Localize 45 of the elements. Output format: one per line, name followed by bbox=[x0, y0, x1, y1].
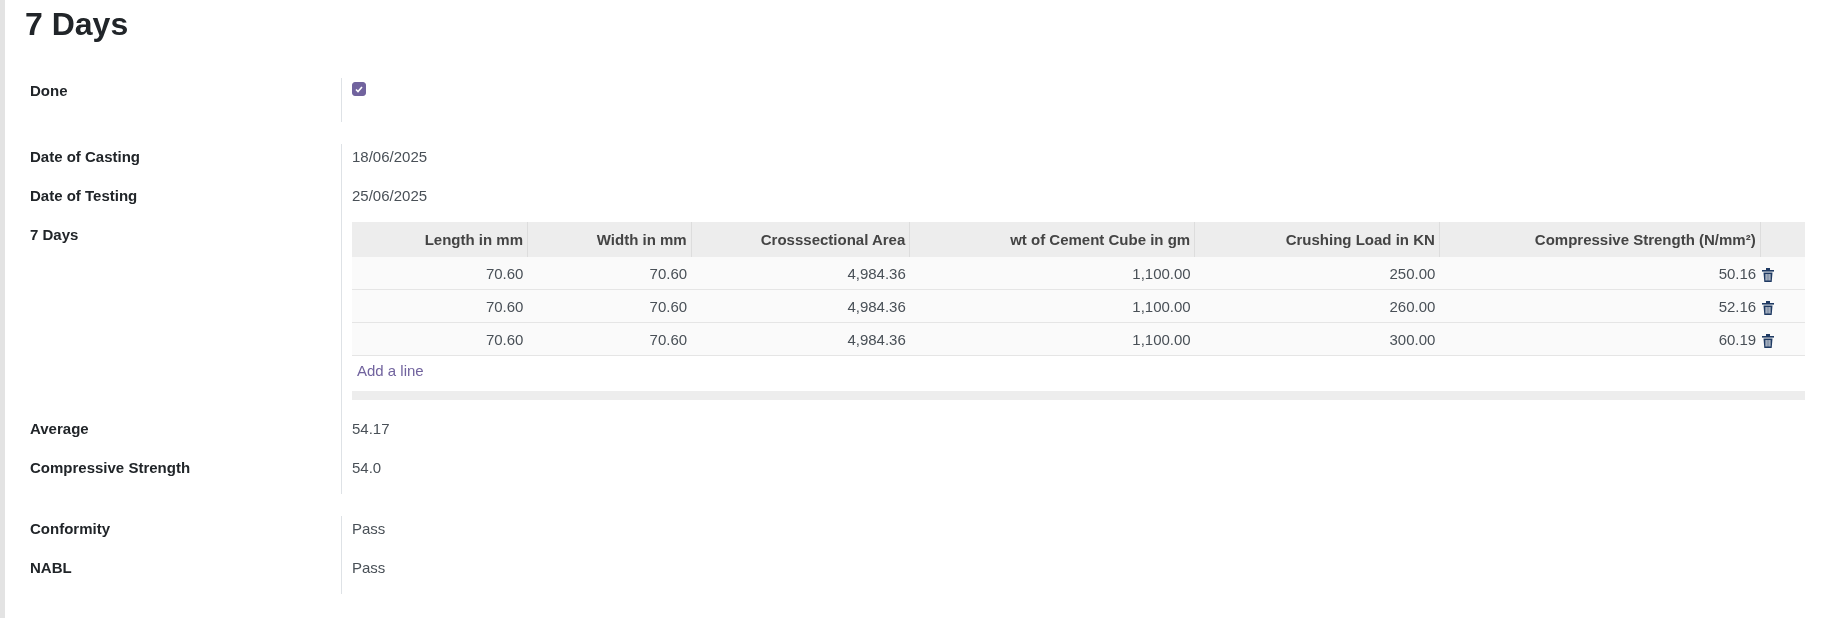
trash-icon[interactable] bbox=[1762, 267, 1775, 282]
checkmark-icon bbox=[355, 85, 363, 93]
field-label: Date of Casting bbox=[29, 147, 141, 167]
page-title: 7 Days bbox=[25, 5, 130, 44]
trash-icon[interactable] bbox=[1762, 300, 1775, 315]
table-cell: 70.60 bbox=[527, 289, 692, 323]
table-cell: 1,100.00 bbox=[909, 322, 1195, 356]
checkbox[interactable] bbox=[352, 82, 366, 96]
table-cell: 70.60 bbox=[527, 257, 692, 290]
field-label: Conformity bbox=[29, 519, 111, 539]
table-cell: 70.60 bbox=[352, 257, 528, 290]
table-cell: 4,984.36 bbox=[691, 289, 910, 323]
field-value: 54.0 bbox=[352, 458, 382, 476]
field-label: Done bbox=[29, 81, 69, 101]
table-cell: 70.60 bbox=[527, 322, 692, 356]
column-header: Crosssectional Area bbox=[691, 222, 910, 257]
table-cell: 250.00 bbox=[1194, 257, 1440, 290]
field-value: 25/06/2025 bbox=[352, 186, 428, 204]
field-value: Pass bbox=[352, 519, 386, 537]
table-cell: 260.00 bbox=[1194, 289, 1440, 323]
column-header: Crushing Load in KN bbox=[1194, 222, 1440, 257]
table-cell: 70.60 bbox=[352, 289, 528, 323]
table-cell: 52.16 bbox=[1439, 289, 1761, 323]
field-value: 54.17 bbox=[352, 419, 390, 437]
table-cell: 1,100.00 bbox=[909, 257, 1195, 290]
column-header: wt of Cement Cube in gm bbox=[909, 222, 1195, 257]
field-label: NABL bbox=[29, 558, 73, 578]
add-line-link[interactable]: Add a line bbox=[352, 356, 429, 385]
column-header: Compressive Strength (N/mm²) bbox=[1439, 222, 1761, 257]
column-header: Length in mm bbox=[352, 222, 528, 257]
column-header: Width in mm bbox=[527, 222, 692, 257]
field-label: Average bbox=[29, 419, 90, 439]
table-cell: 300.00 bbox=[1194, 322, 1440, 356]
table-cell: 4,984.36 bbox=[691, 322, 910, 356]
table-cell: 70.60 bbox=[352, 322, 528, 356]
field-value: Pass bbox=[352, 558, 386, 576]
field-label: Date of Testing bbox=[29, 186, 139, 206]
table-cell: 4,984.36 bbox=[691, 257, 910, 290]
table-cell: 1,100.00 bbox=[909, 289, 1195, 323]
table-cell: 50.16 bbox=[1439, 257, 1761, 290]
trash-icon[interactable] bbox=[1762, 333, 1775, 348]
field-value: 18/06/2025 bbox=[352, 147, 428, 165]
field-label: 7 Days bbox=[29, 225, 80, 245]
table-cell: 60.19 bbox=[1439, 322, 1761, 356]
field-label: Compressive Strength bbox=[29, 458, 192, 478]
